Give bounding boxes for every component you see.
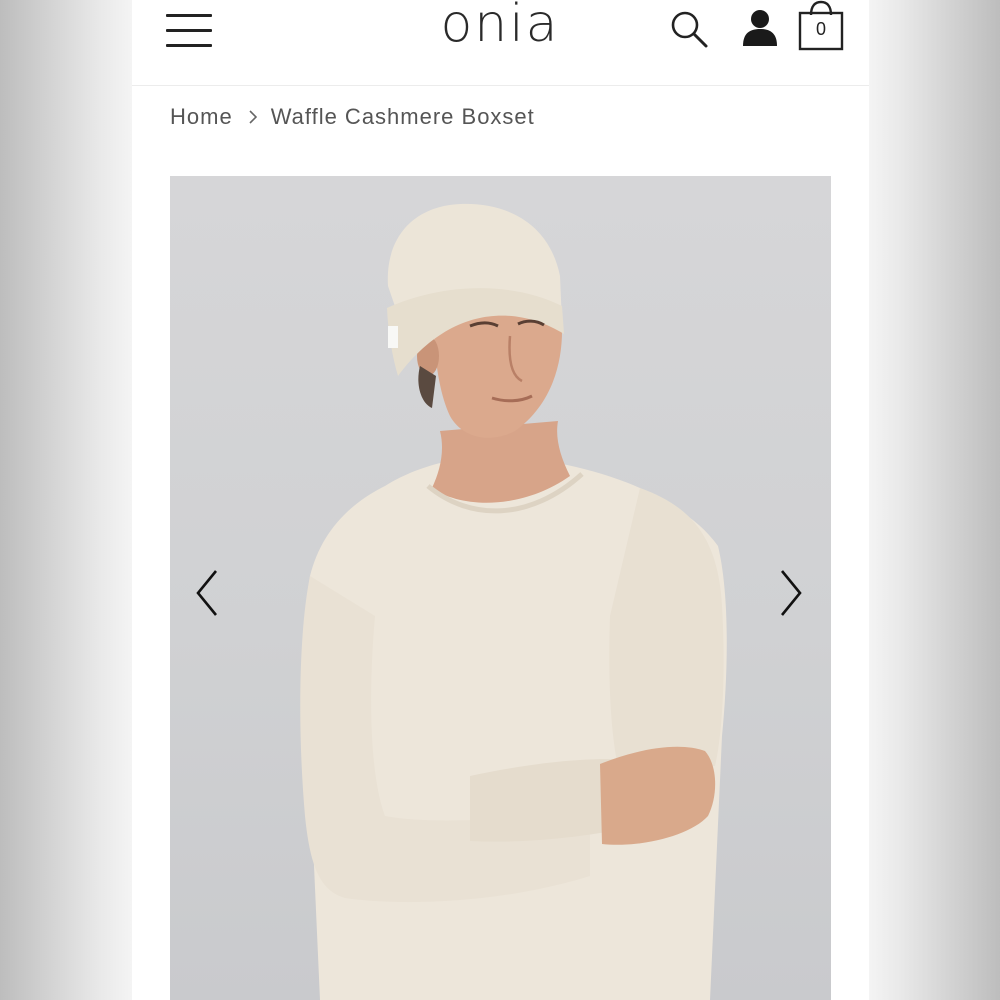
product-image-carousel[interactable] xyxy=(170,176,831,1000)
product-page: onia 0 Home Waffle Cashmere Boxset xyxy=(132,0,869,1000)
search-icon xyxy=(671,11,708,48)
site-header: onia 0 xyxy=(132,0,869,86)
cart-button[interactable]: 0 xyxy=(798,0,846,54)
chevron-right-icon xyxy=(249,110,257,124)
menu-button[interactable] xyxy=(166,12,214,50)
chevron-left-icon[interactable] xyxy=(192,568,222,618)
cart-count: 0 xyxy=(815,19,826,39)
hamburger-line xyxy=(166,44,212,47)
brand-logo[interactable]: onia xyxy=(400,0,600,54)
account-button[interactable] xyxy=(740,6,780,50)
breadcrumb-home-link[interactable]: Home xyxy=(170,104,233,130)
breadcrumb-current: Waffle Cashmere Boxset xyxy=(270,104,535,129)
hamburger-line xyxy=(166,29,212,32)
user-account-icon xyxy=(743,10,777,46)
product-photo xyxy=(300,203,727,1000)
search-button[interactable] xyxy=(668,8,712,52)
hamburger-line xyxy=(166,14,212,17)
breadcrumb: Home Waffle Cashmere Boxset xyxy=(170,100,535,134)
chevron-right-icon[interactable] xyxy=(776,568,806,618)
